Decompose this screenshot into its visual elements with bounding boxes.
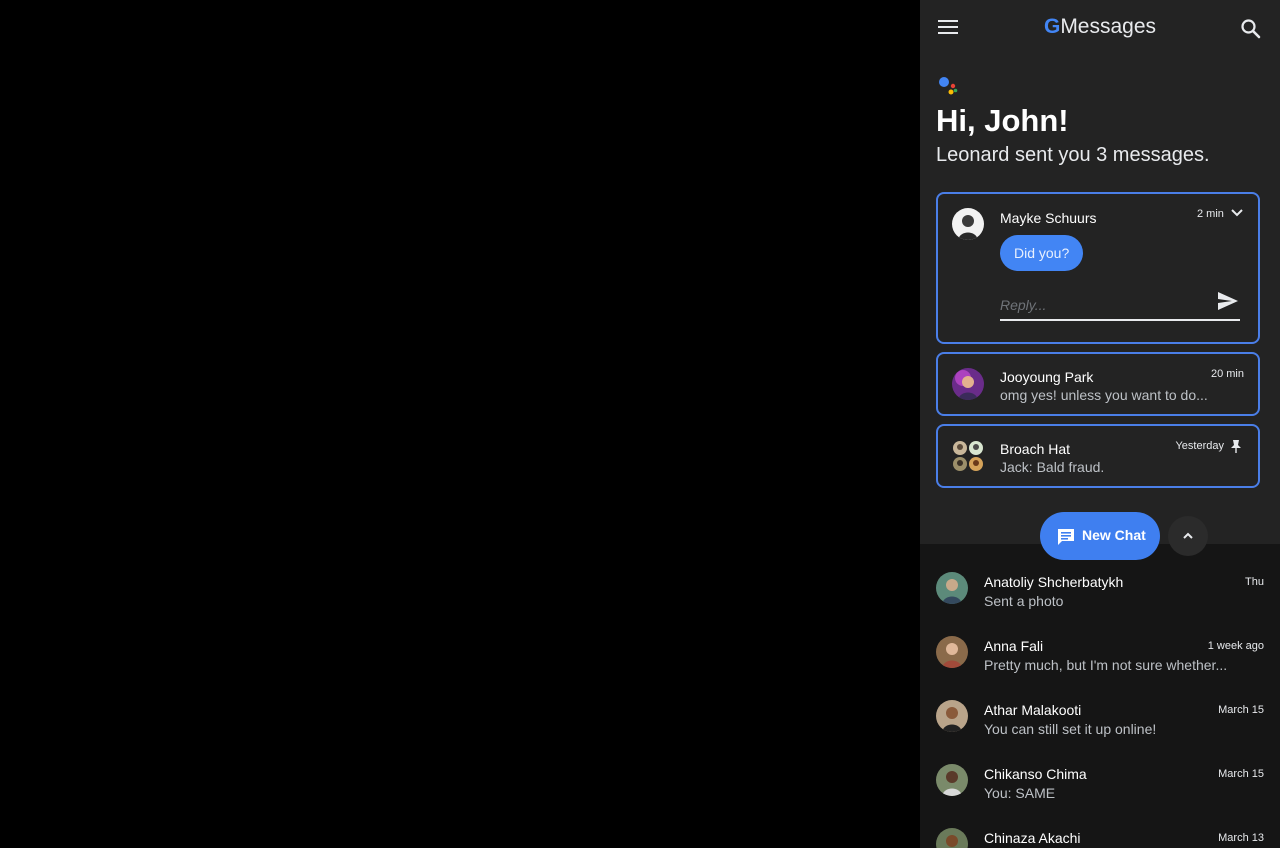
messages-panel: GMessages Hi, John! Leonard sent you 3 m… xyxy=(920,0,1280,848)
search-icon[interactable] xyxy=(1240,18,1262,40)
assistant-icon xyxy=(938,75,962,97)
contact-name: Jooyoung Park xyxy=(1000,369,1094,385)
message-time: Yesterday xyxy=(1175,440,1224,452)
app-title-text: Messages xyxy=(1060,15,1157,38)
list-item[interactable]: Chinaza Akachi March 13 xyxy=(920,806,1280,848)
message-bubble: Did you? xyxy=(1000,235,1084,271)
new-chat-label: New Chat xyxy=(1082,527,1146,543)
message-preview: omg yes! unless you want to do... xyxy=(1000,387,1208,403)
collapse-button[interactable] xyxy=(1168,516,1208,556)
chevron-up-icon xyxy=(1183,532,1193,539)
contact-name: Broach Hat xyxy=(1000,441,1071,457)
avatar xyxy=(936,700,968,732)
conversation-list: Anatoliy Shcherbatykh Thu Sent a photo A… xyxy=(920,544,1280,848)
avatar xyxy=(936,572,968,604)
app-bar: GMessages xyxy=(920,0,1280,56)
avatar xyxy=(936,764,968,796)
assistant-summary: Leonard sent you 3 messages. xyxy=(936,144,1210,166)
message-time: March 13 xyxy=(1218,832,1264,844)
avatar xyxy=(936,828,968,848)
group-avatar xyxy=(952,440,984,472)
contact-name: Anatoliy Shcherbatykh xyxy=(984,574,1124,590)
send-icon[interactable] xyxy=(1216,289,1240,313)
app-title: GMessages xyxy=(920,15,1280,39)
message-time: 2 min xyxy=(1197,208,1224,220)
reply-input[interactable] xyxy=(1000,291,1240,321)
contact-name: Chikanso Chima xyxy=(984,766,1087,782)
message-time: 20 min xyxy=(1210,368,1244,380)
conversation-card-group[interactable]: Broach Hat Yesterday Jack: Bald fraud. xyxy=(936,424,1260,488)
avatar xyxy=(936,636,968,668)
message-preview: Pretty much, but I'm not sure whether... xyxy=(984,657,1228,673)
avatar xyxy=(952,208,984,240)
message-preview: Sent a photo xyxy=(984,593,1064,609)
new-chat-button[interactable]: New Chat xyxy=(1040,512,1160,560)
conversation-card[interactable]: Jooyoung Park 20 min omg yes! unless you… xyxy=(936,352,1260,416)
app-logo-letter: G xyxy=(1043,15,1061,38)
message-preview: Jack: Bald fraud. xyxy=(1000,459,1105,475)
pin-icon xyxy=(1230,439,1242,453)
message-preview: You can still set it up online! xyxy=(984,721,1157,737)
list-item[interactable]: Anna Fali 1 week ago Pretty much, but I'… xyxy=(920,614,1280,678)
message-time: March 15 xyxy=(1218,704,1264,716)
avatar xyxy=(952,368,984,400)
contact-name: Athar Malakooti xyxy=(984,702,1082,718)
conversation-card-expanded[interactable]: Mayke Schuurs 2 min Did you? xyxy=(936,192,1260,344)
message-time: Thu xyxy=(1245,576,1264,588)
message-preview: You: SAME xyxy=(984,785,1056,801)
chevron-down-icon[interactable] xyxy=(1230,206,1244,220)
contact-name: Anna Fali xyxy=(984,638,1044,654)
contact-name: Mayke Schuurs xyxy=(1000,210,1097,226)
contact-name: Chinaza Akachi xyxy=(984,830,1081,846)
message-time: 1 week ago xyxy=(1207,640,1264,652)
list-item[interactable]: Athar Malakooti March 15 You can still s… xyxy=(920,678,1280,742)
greeting-heading: Hi, John! xyxy=(936,103,1069,138)
chat-icon xyxy=(1056,527,1076,547)
list-item[interactable]: Chikanso Chima March 15 You: SAME xyxy=(920,742,1280,806)
message-time: March 15 xyxy=(1218,768,1264,780)
